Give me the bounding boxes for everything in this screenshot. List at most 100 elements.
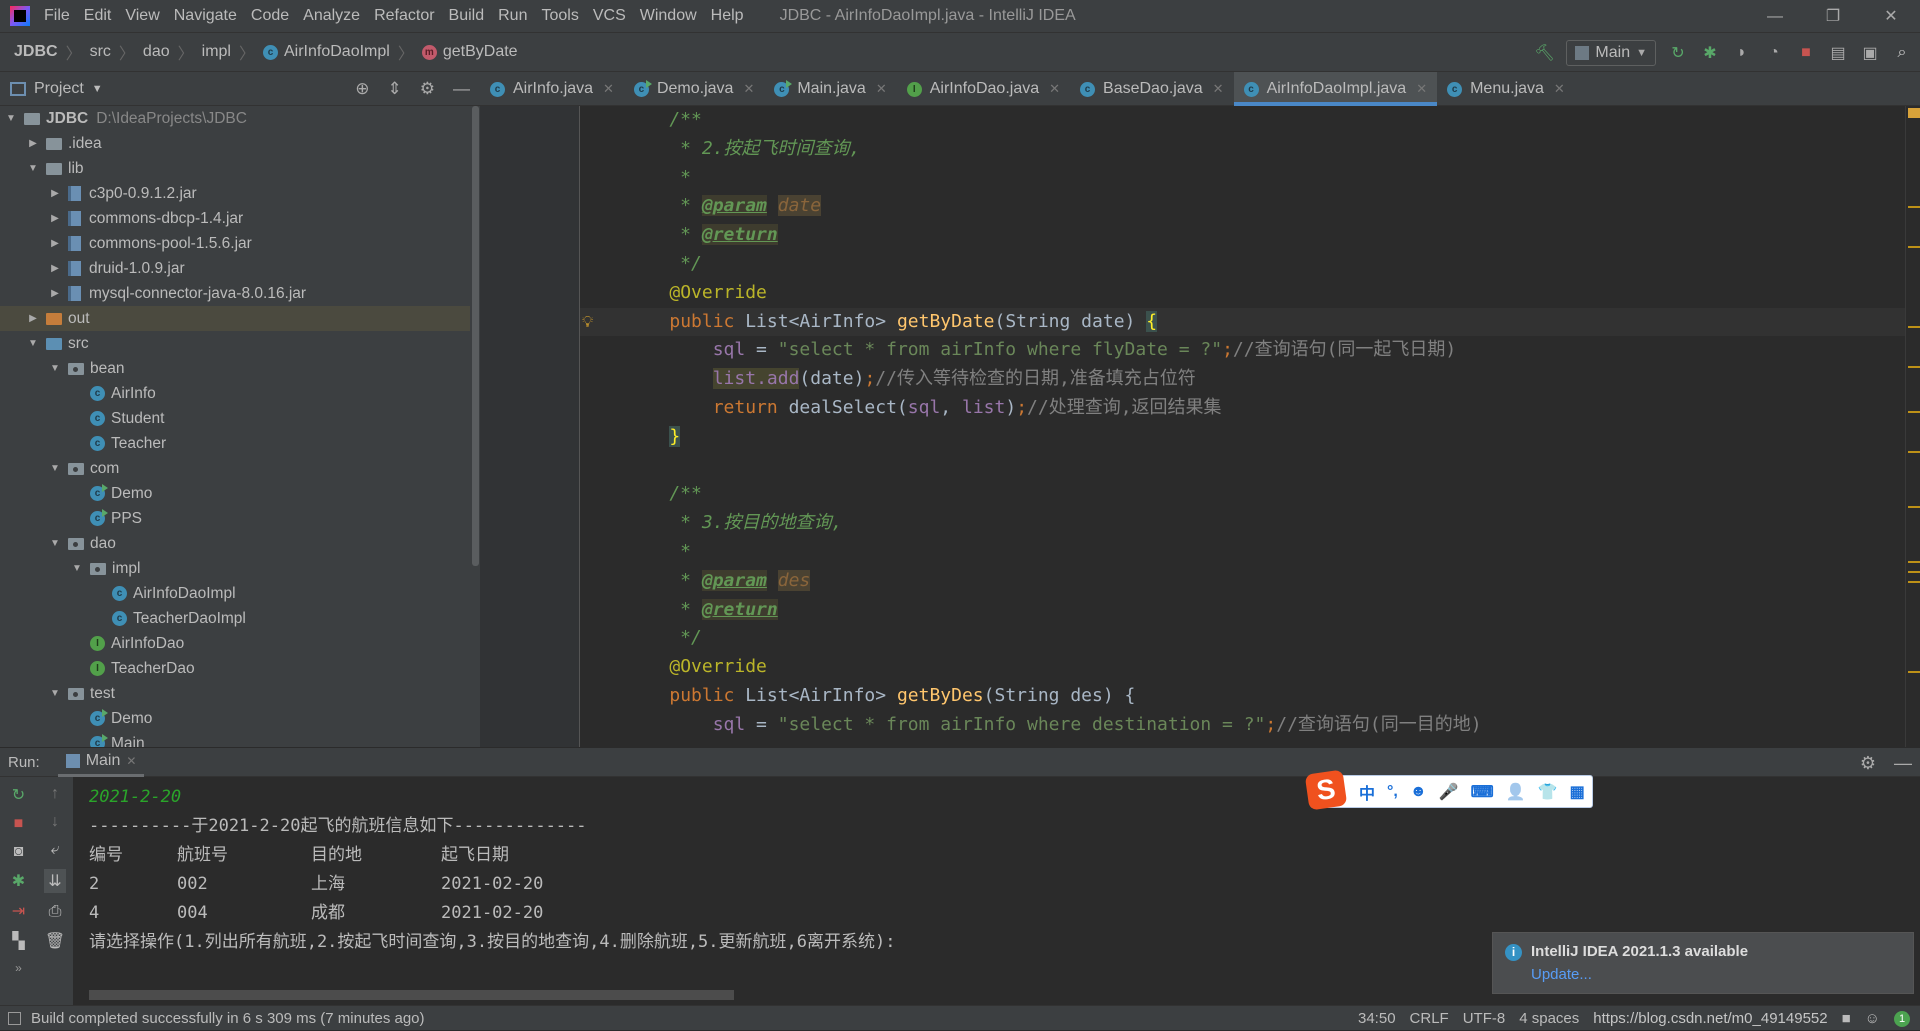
terminal-icon[interactable]: ▣ bbox=[1860, 43, 1880, 63]
menu-analyze[interactable]: Analyze bbox=[303, 7, 360, 25]
debug-bug-icon[interactable]: ✱ bbox=[1700, 43, 1720, 63]
rerun-icon[interactable]: ↻ bbox=[1668, 43, 1688, 63]
tree-item-src[interactable]: ▼ src bbox=[0, 331, 470, 356]
collapsed-arrow-icon[interactable]: ▶ bbox=[48, 213, 62, 224]
tree-item-com[interactable]: ▼ com bbox=[0, 456, 470, 481]
tree-item-druid-1-0-9-jar[interactable]: ▶ druid-1.0.9.jar bbox=[0, 256, 470, 281]
ime-chinese-mode[interactable]: 中 bbox=[1359, 780, 1375, 804]
tree-item-mysql-connector-java-8-0-16-jar[interactable]: ▶ mysql-connector-java-8.0.16.jar bbox=[0, 281, 470, 306]
ime-microphone-icon[interactable]: 🎤 bbox=[1439, 782, 1459, 802]
ime-keyboard-icon[interactable]: ⌨ bbox=[1471, 782, 1494, 802]
tree-item-airinfodaoimpl[interactable]: c AirInfoDaoImpl bbox=[0, 581, 470, 606]
project-structure-icon[interactable]: ▤ bbox=[1828, 43, 1848, 63]
expanded-arrow-icon[interactable]: ▼ bbox=[48, 538, 62, 549]
tab-main[interactable]: c Main.java ✕ bbox=[764, 72, 896, 106]
tab-airinfo[interactable]: c AirInfo.java ✕ bbox=[480, 72, 624, 106]
tree-item-teacherdaoimpl[interactable]: c TeacherDaoImpl bbox=[0, 606, 470, 631]
collapsed-arrow-icon[interactable]: ▶ bbox=[48, 288, 62, 299]
tree-item-airinfodao[interactable]: I AirInfoDao bbox=[0, 631, 470, 656]
tree-item-out[interactable]: ▶ out bbox=[0, 306, 470, 331]
menu-edit[interactable]: Edit bbox=[84, 7, 112, 25]
profile-icon[interactable]: ◔ bbox=[1764, 43, 1784, 63]
tree-item-demo[interactable]: c Demo bbox=[0, 706, 470, 731]
exit-icon[interactable]: ⇥ bbox=[12, 901, 25, 921]
ime-emoji-icon[interactable]: ☻ bbox=[1410, 783, 1427, 801]
tree-item-jdbc[interactable]: ▼ JDBC D:\IdeaProjects\JDBC bbox=[0, 106, 470, 131]
breadcrumb-project[interactable]: JDBC bbox=[14, 43, 58, 61]
update-link[interactable]: Update... bbox=[1531, 966, 1592, 983]
expanded-arrow-icon[interactable]: ▼ bbox=[26, 163, 40, 174]
project-view-select[interactable]: Project bbox=[34, 80, 84, 98]
close-tab-icon[interactable]: ✕ bbox=[1049, 81, 1060, 97]
coverage-icon[interactable]: ◗ bbox=[1732, 43, 1752, 63]
expanded-arrow-icon[interactable]: ▼ bbox=[48, 463, 62, 474]
breadcrumb-src[interactable]: src bbox=[90, 43, 111, 61]
run-tab-main[interactable]: Main ✕ bbox=[57, 747, 145, 777]
down-arrow-icon[interactable]: ↓ bbox=[51, 813, 59, 831]
collapsed-arrow-icon[interactable]: ▶ bbox=[48, 188, 62, 199]
close-tab-icon[interactable]: ✕ bbox=[1554, 81, 1565, 97]
trash-icon[interactable]: 🗑︎ bbox=[45, 931, 65, 951]
menu-file[interactable]: File bbox=[44, 7, 70, 25]
collapsed-arrow-icon[interactable]: ▶ bbox=[26, 313, 40, 324]
menu-vcs[interactable]: VCS bbox=[593, 7, 626, 25]
close-tab-icon[interactable]: ✕ bbox=[603, 81, 614, 97]
expanded-arrow-icon[interactable]: ▼ bbox=[4, 113, 18, 124]
inspector-icon[interactable]: ☺ bbox=[1865, 1010, 1880, 1027]
minimize-button[interactable]: — bbox=[1746, 0, 1804, 33]
collapsed-arrow-icon[interactable]: ▶ bbox=[26, 138, 40, 149]
tree-item-bean[interactable]: ▼ bean bbox=[0, 356, 470, 381]
menu-refactor[interactable]: Refactor bbox=[374, 7, 434, 25]
file-encoding[interactable]: UTF-8 bbox=[1463, 1010, 1506, 1027]
menu-window[interactable]: Window bbox=[640, 7, 697, 25]
menu-help[interactable]: Help bbox=[711, 7, 744, 25]
tree-item-main[interactable]: c Main bbox=[0, 731, 470, 747]
indent-setting[interactable]: 4 spaces bbox=[1519, 1010, 1579, 1027]
breadcrumb-method[interactable]: getByDate bbox=[443, 43, 518, 61]
expanded-arrow-icon[interactable]: ▼ bbox=[26, 338, 40, 349]
menu-code[interactable]: Code bbox=[251, 7, 289, 25]
tree-item-teacherdao[interactable]: I TeacherDao bbox=[0, 656, 470, 681]
caret-position[interactable]: 34:50 bbox=[1358, 1010, 1396, 1027]
locate-crosshair-icon[interactable]: ⊕ bbox=[355, 79, 369, 99]
tab-menu[interactable]: c Menu.java ✕ bbox=[1437, 72, 1575, 106]
breadcrumb-class[interactable]: AirInfoDaoImpl bbox=[284, 43, 390, 61]
search-icon[interactable]: ⌕ bbox=[1892, 43, 1912, 63]
close-tab-icon[interactable]: ✕ bbox=[1213, 81, 1224, 97]
gear-icon[interactable]: ⚙ bbox=[1860, 753, 1876, 774]
tree-item-commons-dbcp-1-4-jar[interactable]: ▶ commons-dbcp-1.4.jar bbox=[0, 206, 470, 231]
close-tab-icon[interactable]: ✕ bbox=[1416, 81, 1427, 97]
tab-basedao[interactable]: c BaseDao.java ✕ bbox=[1070, 72, 1234, 106]
tree-item-test[interactable]: ▼ test bbox=[0, 681, 470, 706]
collapsed-arrow-icon[interactable]: ▶ bbox=[48, 238, 62, 249]
tree-item-c3p0-0-9-1-2-jar[interactable]: ▶ c3p0-0.9.1.2.jar bbox=[0, 181, 470, 206]
debug-icon[interactable]: ✱ bbox=[12, 871, 25, 891]
breadcrumb-dao[interactable]: dao bbox=[143, 43, 170, 61]
tree-item-demo[interactable]: c Demo bbox=[0, 481, 470, 506]
tab-airinfodaoimpl[interactable]: c AirInfoDaoImpl.java ✕ bbox=[1233, 72, 1438, 106]
breadcrumb-impl[interactable]: impl bbox=[202, 43, 231, 61]
ime-menu-grid-icon[interactable]: ▦ bbox=[1570, 782, 1585, 802]
camera-icon[interactable]: ◙ bbox=[14, 843, 24, 861]
tree-item-student[interactable]: c Student bbox=[0, 406, 470, 431]
lock-icon[interactable]: ■ bbox=[1842, 1010, 1851, 1027]
print-icon[interactable]: ⎙ bbox=[49, 903, 62, 921]
close-tab-icon[interactable]: ✕ bbox=[876, 81, 887, 97]
tree-item-dao[interactable]: ▼ dao bbox=[0, 531, 470, 556]
code-editor[interactable]: 27☰ /**28 * 2.按起飞时间查询,29 *30 * @param da… bbox=[580, 106, 1905, 747]
build-hammer-icon[interactable]: 🔨︎ bbox=[1534, 43, 1554, 63]
menu-view[interactable]: View bbox=[125, 7, 159, 25]
expanded-arrow-icon[interactable]: ▼ bbox=[48, 363, 62, 374]
layout-icon[interactable]: ▚ bbox=[12, 931, 24, 951]
expanded-arrow-icon[interactable]: ▼ bbox=[70, 563, 84, 574]
hide-panel-icon[interactable]: — bbox=[453, 79, 470, 99]
tree-item--idea[interactable]: ▶ .idea bbox=[0, 131, 470, 156]
tree-item-teacher[interactable]: c Teacher bbox=[0, 431, 470, 456]
console-horizontal-scrollbar[interactable] bbox=[89, 990, 734, 1000]
hide-panel-icon[interactable]: — bbox=[1894, 753, 1912, 774]
tree-item-airinfo[interactable]: c AirInfo bbox=[0, 381, 470, 406]
ime-user-icon[interactable]: 👤 bbox=[1506, 782, 1526, 802]
restore-button[interactable]: ❐ bbox=[1804, 0, 1862, 33]
error-stripe[interactable] bbox=[1905, 106, 1920, 747]
close-tab-icon[interactable]: ✕ bbox=[126, 754, 136, 768]
